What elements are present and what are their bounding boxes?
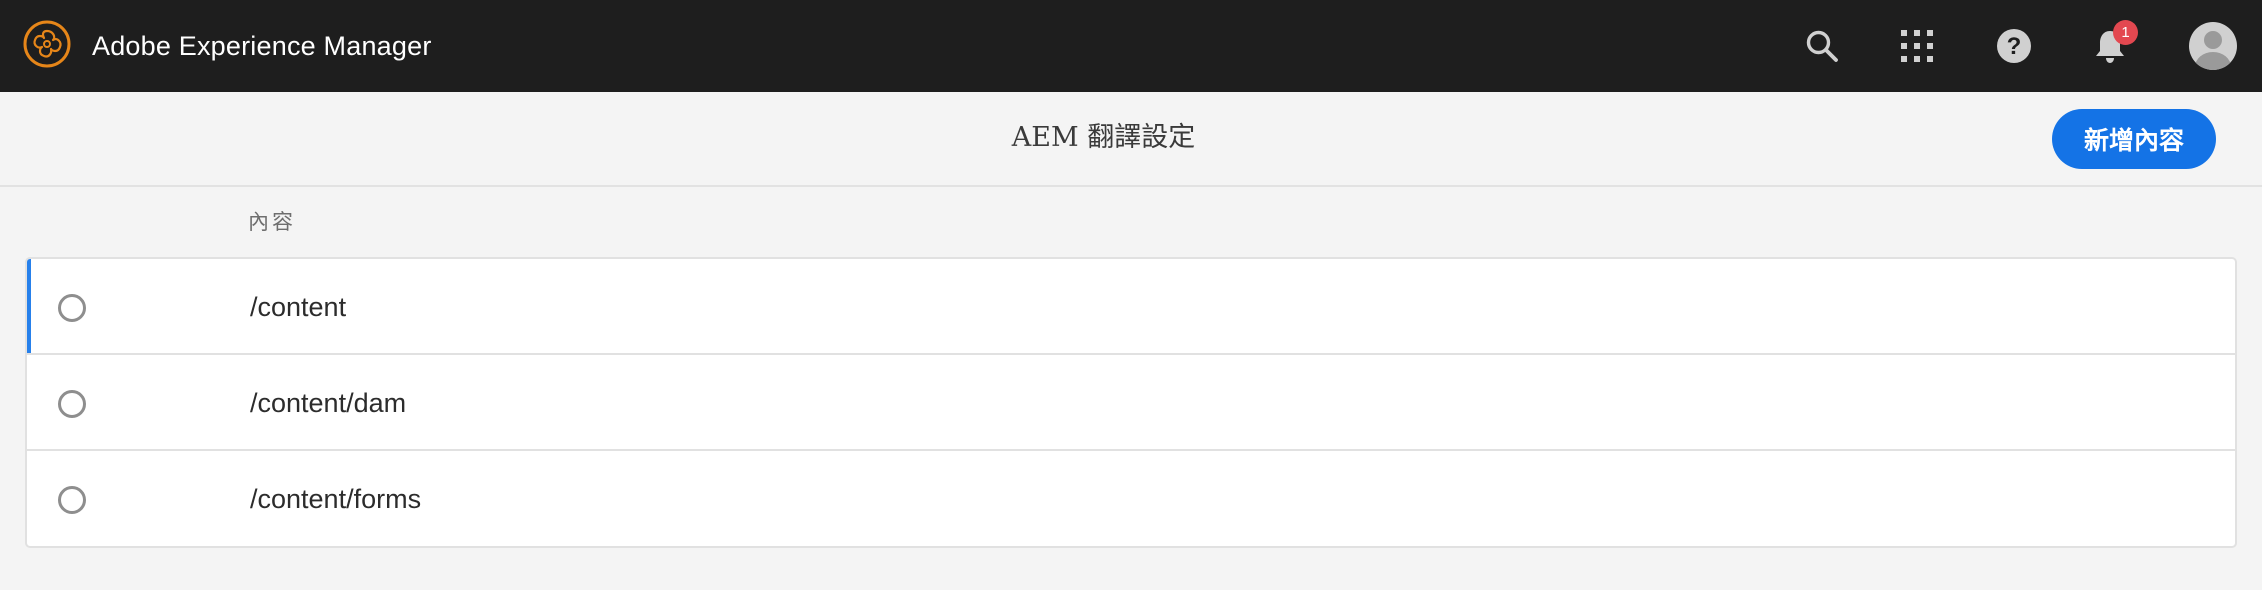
row-label: /content/dam xyxy=(250,388,407,418)
aem-logo-icon[interactable] xyxy=(23,20,71,68)
action-bar: AEM 翻譯設定 新增內容 xyxy=(0,92,2262,187)
user-avatar-icon[interactable] xyxy=(2184,17,2242,75)
app-title[interactable]: Adobe Experience Manager xyxy=(92,0,432,92)
column-header-content[interactable]: 內容 xyxy=(248,206,296,236)
row-select-radio[interactable] xyxy=(58,486,86,514)
list-item[interactable]: /content xyxy=(27,259,2235,355)
row-label: /content/forms xyxy=(250,484,422,514)
notifications-button[interactable]: 1 xyxy=(2083,19,2138,73)
add-content-button[interactable]: 新增內容 xyxy=(2052,109,2216,169)
row-select-radio[interactable] xyxy=(58,390,86,418)
notification-count-badge: 1 xyxy=(2113,20,2138,45)
svg-text:?: ? xyxy=(2007,33,2022,60)
list-item[interactable]: /content/forms xyxy=(27,451,2235,546)
search-icon[interactable] xyxy=(1795,19,1849,73)
shell-header: Adobe Experience Manager ? 1 xyxy=(0,0,2262,92)
list-item[interactable]: /content/dam xyxy=(27,355,2235,451)
apps-grid-icon[interactable] xyxy=(1890,19,1944,73)
row-select-radio[interactable] xyxy=(58,294,86,322)
help-icon[interactable]: ? xyxy=(1987,19,2041,73)
row-label: /content xyxy=(250,292,347,322)
page-title: AEM 翻譯設定 xyxy=(1011,122,1196,153)
content-list: /content /content/dam /content/forms xyxy=(25,257,2237,548)
